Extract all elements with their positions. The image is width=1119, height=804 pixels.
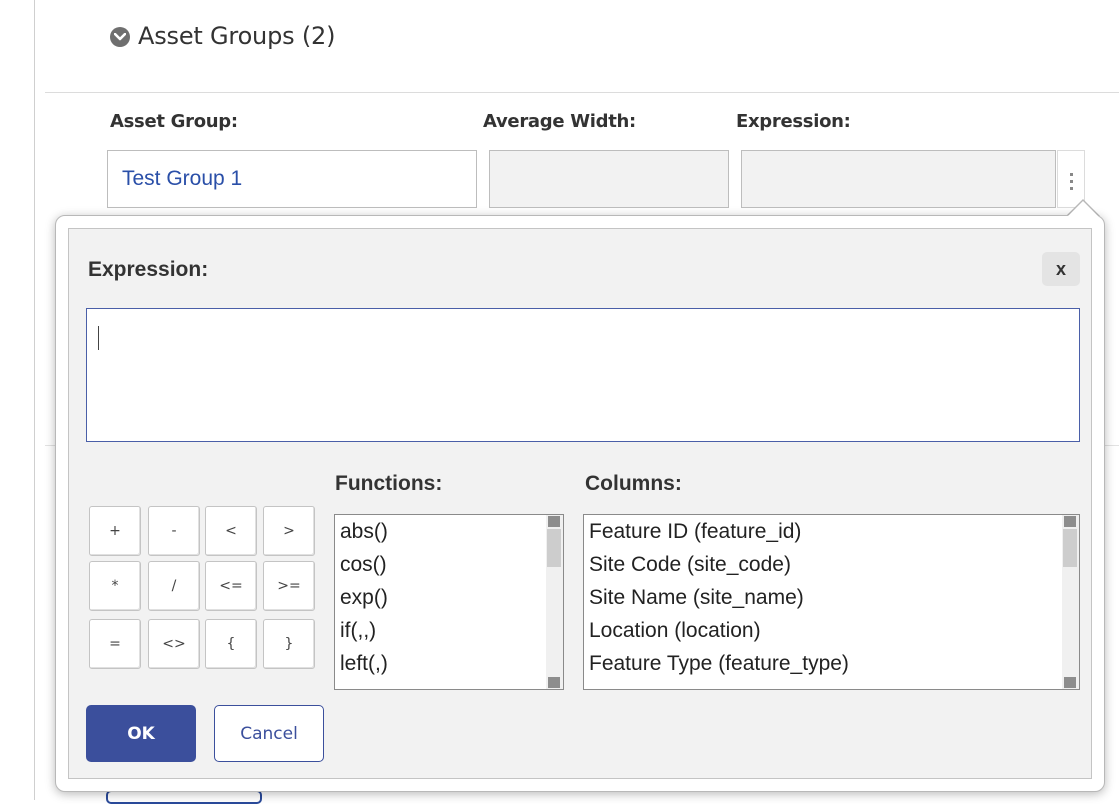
columns-list[interactable]: Feature ID (feature_id) Site Code (site_… [583,514,1080,690]
column-item[interactable]: Site Code (site_code) [589,553,791,577]
operator-equals-button[interactable]: = [89,619,141,669]
chevron-down-circle-icon[interactable] [110,27,130,47]
expression-popup [55,215,1105,792]
operator-plus-button[interactable]: + [89,506,141,556]
operator-not-equal-button[interactable]: <> [148,619,200,669]
scroll-down-arrow[interactable] [1064,677,1076,688]
functions-label: Functions: [335,472,443,495]
scroll-up-arrow[interactable] [548,516,560,527]
operator-less-than-button[interactable]: < [205,506,257,556]
operator-divide-button[interactable]: / [148,561,200,611]
functions-list[interactable]: abs() cos() exp() if(,,) left(,) [334,514,564,690]
close-button[interactable]: x [1042,252,1080,286]
column-item[interactable]: Feature Type (feature_type) [589,652,849,676]
operator-close-brace-button[interactable]: } [263,619,315,669]
expression-input[interactable] [741,150,1056,208]
average-width-input[interactable] [489,150,729,208]
scroll-thumb[interactable] [547,529,561,567]
asset-group-input[interactable]: Test Group 1 [107,150,477,208]
operator-open-brace-button[interactable]: { [205,619,257,669]
operator-multiply-button[interactable]: * [89,561,141,611]
functions-scrollbar[interactable] [546,515,563,689]
function-item[interactable]: left(,) [340,652,388,676]
vertical-ellipsis-icon [1069,171,1073,192]
column-item[interactable]: Site Name (site_name) [589,586,804,610]
hidden-button[interactable] [106,790,262,804]
popup-title: Expression: [88,258,209,281]
columns-scrollbar[interactable] [1062,515,1079,689]
section-divider [45,92,1119,93]
scroll-down-arrow[interactable] [548,677,560,688]
operator-minus-button[interactable]: - [148,506,200,556]
function-item[interactable]: if(,,) [340,619,376,643]
section-title: Asset Groups (2) [138,22,336,50]
scroll-thumb[interactable] [1063,529,1077,567]
column-item[interactable]: Feature ID (feature_id) [589,520,801,544]
left-divider [34,0,35,800]
scroll-up-arrow[interactable] [1064,516,1076,527]
operator-greater-equal-button[interactable]: >= [263,561,315,611]
popup-caret-fill [1067,201,1099,217]
operator-greater-than-button[interactable]: > [263,506,315,556]
cancel-button[interactable]: Cancel [214,705,324,762]
function-item[interactable]: cos() [340,553,387,577]
columns-label: Columns: [585,472,682,495]
asset-group-label: Asset Group: [110,111,238,132]
expression-label: Expression: [736,111,851,132]
column-item[interactable]: Location (location) [589,619,761,643]
function-item[interactable]: exp() [340,586,388,610]
ok-button[interactable]: OK [86,705,196,762]
text-cursor [98,326,99,350]
section-header[interactable]: Asset Groups (2) [110,22,335,50]
function-item[interactable]: abs() [340,520,388,544]
expression-textarea[interactable] [86,308,1080,442]
operator-less-equal-button[interactable]: <= [205,561,257,611]
average-width-label: Average Width: [483,111,636,132]
